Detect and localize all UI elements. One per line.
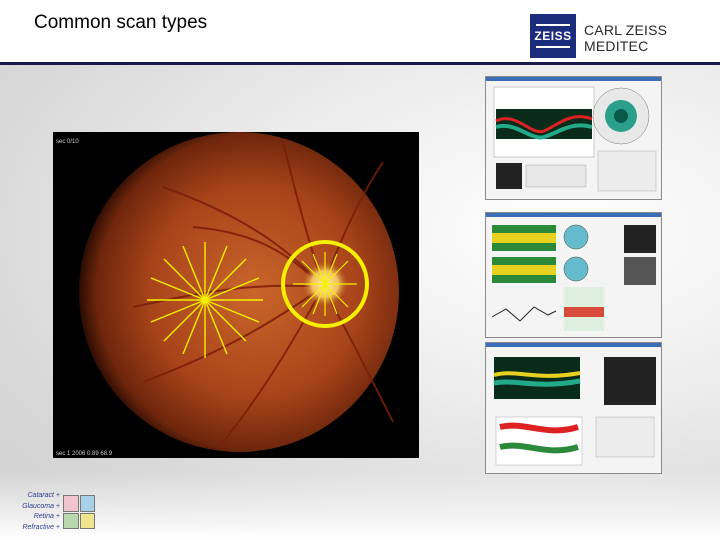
retina-disc	[79, 132, 399, 452]
specialty-legend: Cataract + Glaucoma + Retina + Refractiv…	[8, 491, 95, 533]
legend-labels: Cataract + Glaucoma + Retina + Refractiv…	[8, 491, 60, 533]
legend-glaucoma: Glaucoma +	[22, 502, 60, 510]
legend-retina: Retina +	[33, 513, 60, 520]
logo-text: ZEISS	[534, 29, 572, 43]
cataract-tile	[63, 495, 79, 512]
image-info-top: sec 0/10	[56, 139, 79, 145]
slide-title: Common scan types	[34, 12, 208, 33]
glaucoma-tile	[79, 495, 95, 512]
logo-bottom-line	[536, 46, 570, 48]
macular-radial-scan	[147, 242, 263, 358]
header-divider	[0, 62, 720, 65]
legend-refractive: Refractive +	[22, 523, 60, 531]
retina-tile	[63, 512, 79, 529]
logo-top-line	[536, 24, 570, 26]
image-info-bottom: sec 1 2006 0.89 68.9	[56, 451, 113, 457]
scan-report-thumbnail-1	[485, 76, 662, 200]
zeiss-logo: ZEISS	[530, 14, 576, 58]
legend-cataract: Cataract +	[27, 492, 61, 499]
legend-color-tiles	[63, 495, 95, 529]
scan-report-thumbnail-3	[485, 342, 662, 474]
company-name: CARL ZEISS MEDITEC	[584, 22, 668, 54]
fundus-image	[53, 132, 419, 458]
scan-report-thumbnail-2	[485, 212, 662, 338]
disc-radial-scan	[293, 252, 357, 316]
refractive-tile	[79, 512, 95, 529]
slide-bottom-fade	[0, 470, 720, 540]
